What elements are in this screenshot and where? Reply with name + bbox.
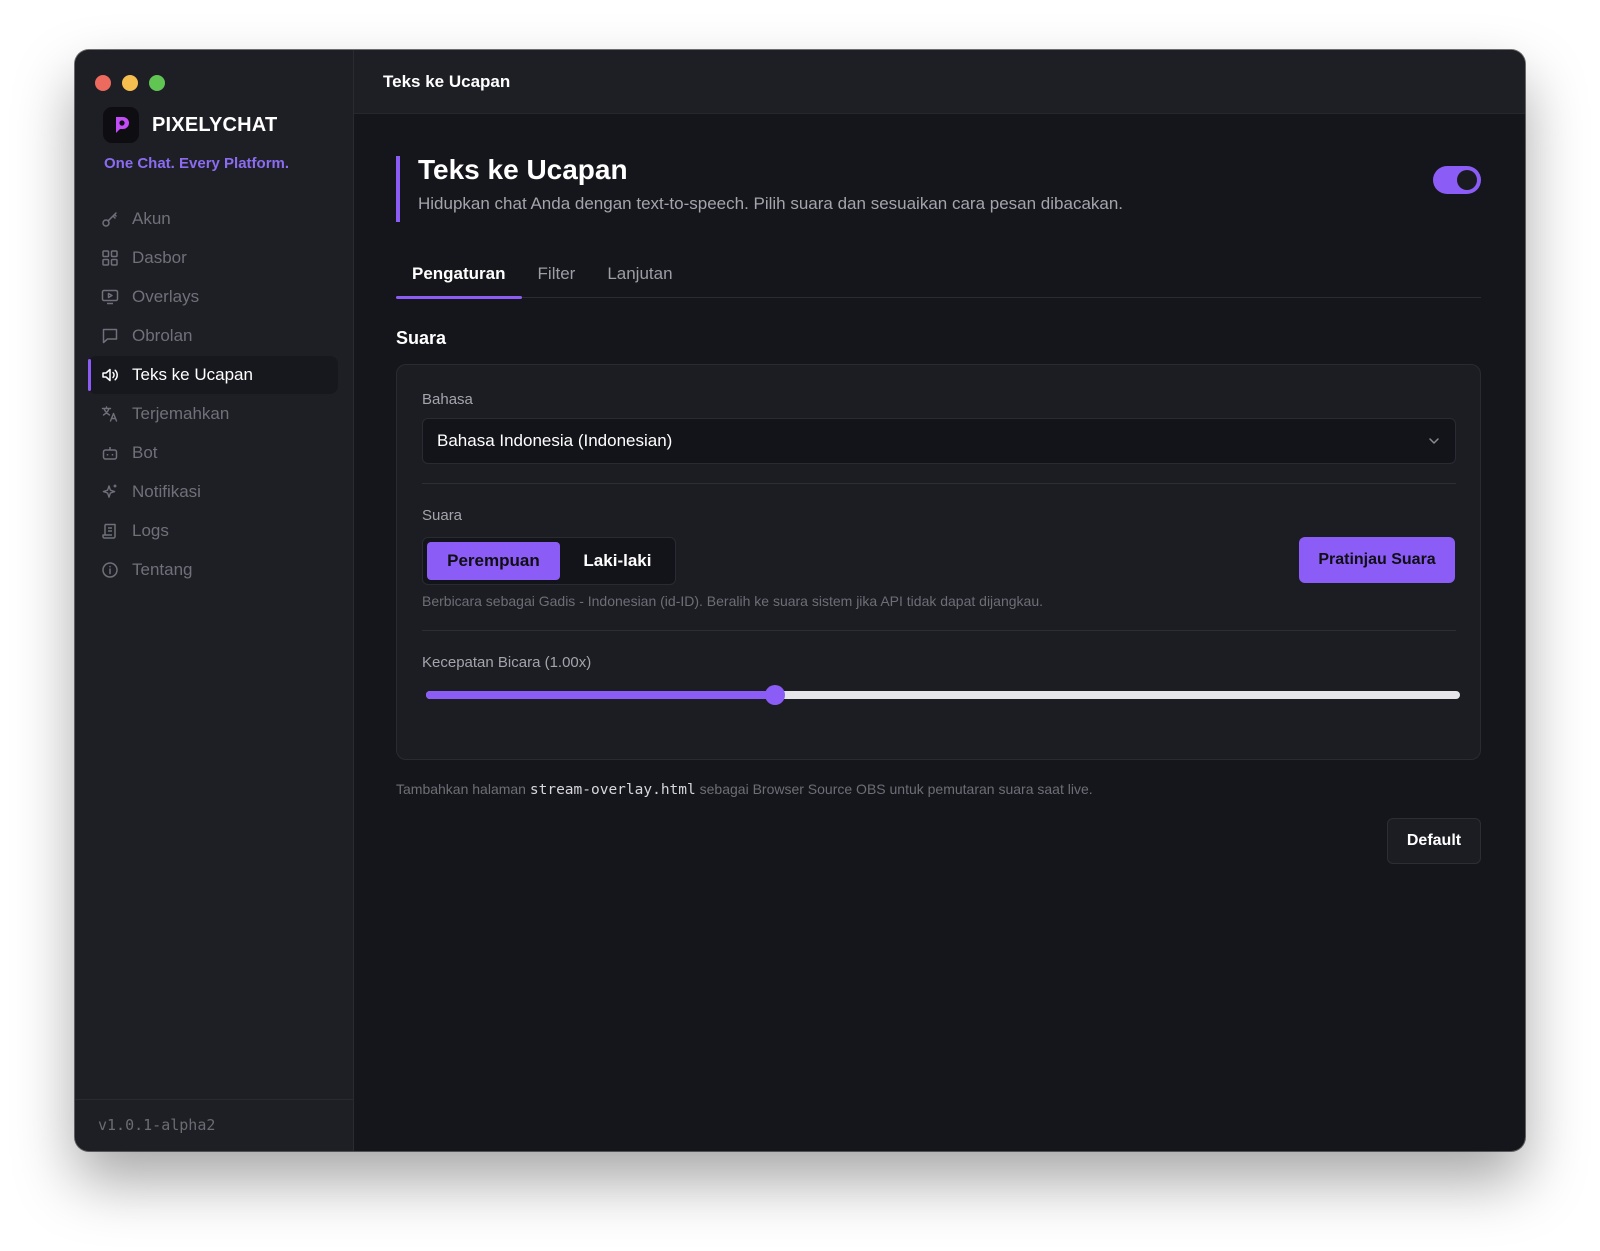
chat-bubble-icon <box>102 328 118 344</box>
sparkle-icon <box>102 484 117 498</box>
preview-voice-button[interactable]: Pratinjau Suara <box>1299 537 1455 583</box>
sidebar-item-notifikasi[interactable]: Notifikasi <box>88 473 338 511</box>
key-icon <box>102 212 117 227</box>
speech-speed-slider[interactable] <box>426 685 1460 705</box>
speaker-icon <box>102 368 118 382</box>
language-select[interactable]: Bahasa Indonesia (Indonesian) <box>422 418 1456 464</box>
sidebar-item-terjemahkan[interactable]: Terjemahkan <box>88 395 338 433</box>
sidebar-footer: v1.0.1-alpha2 <box>75 1099 353 1151</box>
app-logo-icon <box>103 107 139 143</box>
tab-bar: Pengaturan Filter Lanjutan <box>396 250 1481 299</box>
page-title: Teks ke Ucapan <box>418 154 628 185</box>
sidebar: PIXELYCHAT One Chat. Every Platform. Aku… <box>75 50 354 1151</box>
sidebar-item-bot[interactable]: Bot <box>88 434 338 472</box>
chevron-down-icon <box>1429 438 1439 444</box>
sidebar-item-label: Obrolan <box>132 326 193 345</box>
app-window: PIXELYCHAT One Chat. Every Platform. Aku… <box>75 50 1525 1151</box>
top-bar: Teks ke Ucapan <box>354 50 1525 114</box>
monitor-play-icon <box>101 289 119 305</box>
voice-option-perempuan[interactable]: Perempuan <box>427 542 560 580</box>
sidebar-item-tentang[interactable]: Tentang <box>88 551 338 589</box>
tab-pengaturan[interactable]: Pengaturan <box>396 250 522 299</box>
sidebar-item-label: Dasbor <box>132 248 187 267</box>
toggle-knob <box>1457 170 1477 190</box>
sidebar-item-label: Bot <box>132 443 158 462</box>
sidebar-item-akun[interactable]: Akun <box>88 200 338 238</box>
page-header: Teks ke Ucapan Hidupkan chat Anda dengan… <box>396 154 1481 222</box>
sidebar-nav: Akun Dasbor Overlays Obrolan Teks ke Uca… <box>88 200 338 590</box>
scroll-icon <box>102 523 116 539</box>
tts-enable-toggle[interactable] <box>1433 166 1481 194</box>
page-subtitle: Hidupkan chat Anda dengan text-to-speech… <box>418 194 1124 213</box>
info-icon <box>102 562 118 578</box>
language-select-value: Bahasa Indonesia (Indonesian) <box>437 431 673 450</box>
tab-lanjutan[interactable]: Lanjutan <box>591 250 688 298</box>
sidebar-item-teks-ke-ucapan[interactable]: Teks ke Ucapan <box>88 356 338 394</box>
slider-thumb[interactable] <box>765 685 786 705</box>
sidebar-item-logs[interactable]: Logs <box>88 512 338 550</box>
maximize-window-button[interactable] <box>149 75 165 91</box>
footnote-prefix: Tambahkan halaman <box>396 781 530 797</box>
voice-hint: Berbicara sebagai Gadis - Indonesian (id… <box>422 593 1043 609</box>
tab-filter[interactable]: Filter <box>522 250 592 298</box>
sidebar-item-label: Tentang <box>132 560 193 579</box>
section-title-suara: Suara <box>396 328 447 348</box>
sidebar-item-label: Akun <box>132 209 171 228</box>
voice-settings-card: Bahasa Bahasa Indonesia (Indonesian) Sua… <box>396 364 1481 760</box>
main-panel: Teks ke Ucapan Teks ke Ucapan Hidupkan c… <box>354 50 1525 1151</box>
robot-icon <box>102 447 118 460</box>
window-controls <box>95 75 165 91</box>
app-version: v1.0.1-alpha2 <box>98 1116 216 1134</box>
sidebar-item-label: Terjemahkan <box>132 404 230 423</box>
sidebar-item-label: Logs <box>132 521 169 540</box>
sidebar-item-label: Notifikasi <box>132 482 201 501</box>
language-label: Bahasa <box>422 391 473 408</box>
brand-tagline: One Chat. Every Platform. <box>104 155 290 172</box>
sidebar-item-overlays[interactable]: Overlays <box>88 278 338 316</box>
obs-footnote: Tambahkan halaman stream-overlay.html se… <box>396 781 1093 798</box>
close-window-button[interactable] <box>95 75 111 91</box>
slider-fill <box>426 691 776 699</box>
voice-label: Suara <box>422 507 463 524</box>
footnote-suffix: sebagai Browser Source OBS untuk pemutar… <box>695 781 1093 797</box>
sidebar-item-dasbor[interactable]: Dasbor <box>88 239 338 277</box>
translate-icon <box>101 406 118 422</box>
brand-name: PIXELYCHAT <box>152 113 278 136</box>
speed-label: Kecepatan Bicara (1.00x) <box>422 654 592 671</box>
topbar-title: Teks ke Ucapan <box>383 71 511 91</box>
footnote-code: stream-overlay.html <box>529 782 696 798</box>
grid-icon <box>102 250 118 266</box>
brand: PIXELYCHAT <box>103 107 277 143</box>
divider <box>422 630 1456 631</box>
sidebar-item-obrolan[interactable]: Obrolan <box>88 317 338 355</box>
sidebar-item-label: Teks ke Ucapan <box>132 365 253 384</box>
sidebar-item-label: Overlays <box>132 287 200 306</box>
minimize-window-button[interactable] <box>122 75 138 91</box>
voice-gender-segmented-control: Perempuan Laki-laki <box>422 537 676 585</box>
voice-option-laki-laki[interactable]: Laki-laki <box>564 542 671 580</box>
default-button[interactable]: Default <box>1387 818 1481 864</box>
divider <box>422 483 1456 484</box>
